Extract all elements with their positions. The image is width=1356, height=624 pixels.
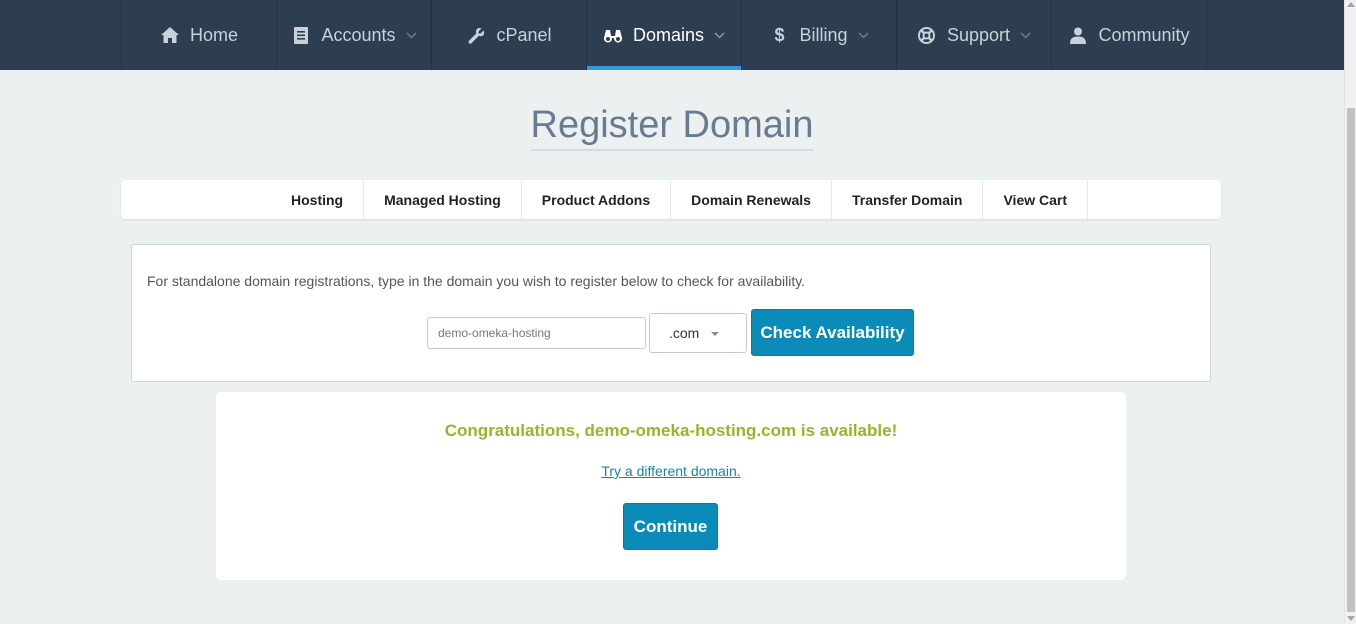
- search-instructions: For standalone domain registrations, typ…: [147, 273, 806, 289]
- availability-result-panel: Congratulations, demo-omeka-hosting.com …: [216, 392, 1126, 580]
- dollar-icon: $: [774, 24, 785, 45]
- tab-domain-renewals[interactable]: Domain Renewals: [671, 180, 832, 219]
- try-different-domain: Try a different domain.: [216, 463, 1126, 479]
- page-title-text: Register Domain: [530, 102, 814, 151]
- secondary-nav-bar: Hosting Managed Hosting Product Addons D…: [121, 180, 1221, 219]
- nav-item-label: cPanel: [496, 24, 552, 45]
- tab-transfer-domain[interactable]: Transfer Domain: [832, 180, 984, 219]
- nav-item-billing[interactable]: $ Billing: [742, 0, 897, 70]
- binoculars-icon: [603, 25, 623, 45]
- nav-item-label: Billing: [799, 24, 848, 45]
- nav-item-home[interactable]: Home: [122, 0, 277, 70]
- nav-item-cpanel[interactable]: cPanel: [432, 0, 587, 70]
- availability-message: Congratulations, demo-omeka-hosting.com …: [444, 421, 898, 440]
- chevron-down-icon: [405, 31, 417, 39]
- domain-name-input[interactable]: [427, 317, 646, 349]
- nav-item-community[interactable]: Community: [1052, 0, 1207, 70]
- nav-item-label: Domains: [632, 24, 705, 45]
- nav-item-label: Support: [946, 24, 1011, 45]
- top-navigation-bar: Home Accounts cPanel Domains $ Billing S…: [0, 0, 1344, 70]
- tab-managed-hosting[interactable]: Managed Hosting: [364, 180, 522, 219]
- document-icon: [291, 25, 311, 45]
- caret-down-icon: [711, 332, 719, 336]
- try-different-domain-link[interactable]: Try a different domain.: [601, 463, 740, 479]
- tld-select[interactable]: .com: [649, 313, 747, 353]
- chevron-down-icon: [714, 31, 725, 39]
- nav-item-domains[interactable]: Domains: [587, 0, 742, 70]
- nav-menu: Home Accounts cPanel Domains $ Billing S…: [121, 0, 1207, 70]
- check-availability-button[interactable]: Check Availability: [751, 309, 914, 356]
- nav-item-accounts[interactable]: Accounts: [277, 0, 432, 70]
- tab-product-addons[interactable]: Product Addons: [522, 180, 672, 219]
- continue-button[interactable]: Continue: [623, 503, 718, 550]
- nav-item-label: Community: [1098, 24, 1190, 45]
- lifebuoy-icon: [917, 25, 937, 45]
- scroll-down-arrow-icon[interactable]: [1347, 616, 1355, 621]
- nav-item-label: Accounts: [321, 24, 396, 45]
- domain-search-panel: For standalone domain registrations, typ…: [131, 244, 1211, 382]
- tab-view-cart[interactable]: View Cart: [983, 180, 1089, 219]
- tld-selected-value: .com: [669, 325, 700, 341]
- scroll-up-arrow-icon[interactable]: [1347, 2, 1355, 7]
- page-title: Register Domain: [0, 102, 1344, 151]
- chevron-down-icon: [857, 31, 869, 39]
- user-icon: [1068, 25, 1088, 45]
- nav-item-label: Home: [189, 24, 238, 45]
- wrench-icon: [466, 25, 486, 45]
- secondary-nav-tabs: Hosting Managed Hosting Product Addons D…: [271, 180, 1089, 219]
- home-icon: [160, 25, 180, 45]
- vertical-scrollbar[interactable]: [1344, 0, 1356, 624]
- tab-hosting[interactable]: Hosting: [271, 180, 365, 219]
- chevron-down-icon: [1020, 31, 1031, 39]
- nav-item-support[interactable]: Support: [897, 0, 1052, 70]
- scrollbar-thumb[interactable]: [1347, 108, 1355, 612]
